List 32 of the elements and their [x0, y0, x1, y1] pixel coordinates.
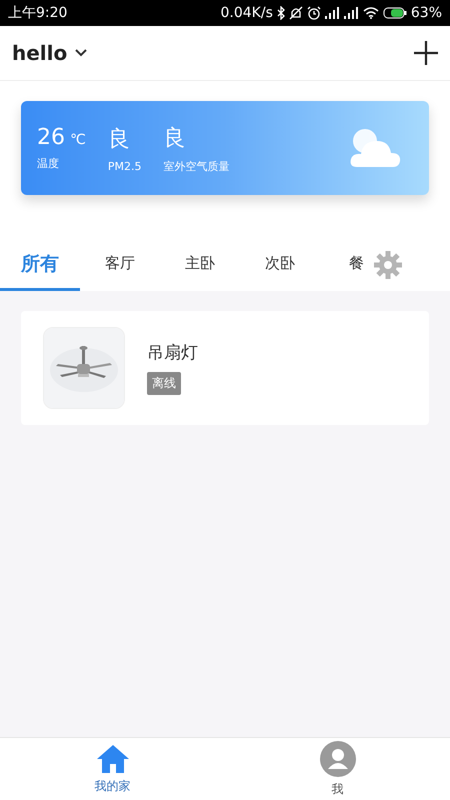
muted-bell-icon: [288, 6, 303, 20]
air-quality-label: 室外空气质量: [163, 158, 230, 174]
battery-percent: 63%: [410, 5, 442, 21]
room-tab[interactable]: 客厅: [80, 239, 160, 291]
temperature-value: 26 ℃: [37, 125, 86, 150]
air-quality-value: 良: [163, 124, 186, 152]
alarm-icon: [306, 6, 321, 20]
room-tab[interactable]: 餐: [320, 239, 370, 291]
room-tab[interactable]: 次卧: [240, 239, 320, 291]
signal-icon: [324, 7, 340, 19]
temperature-label: 温度: [37, 156, 60, 171]
battery-icon: [382, 7, 407, 19]
nav-tab[interactable]: 我: [225, 738, 450, 800]
pm25-label: PM2.5: [108, 160, 142, 172]
signal-icon: [344, 7, 359, 19]
device-name: 吊扇灯: [147, 342, 198, 364]
wifi-icon: [362, 7, 379, 19]
room-tab[interactable]: 所有: [0, 239, 80, 291]
status-time: 上午9:20: [8, 4, 68, 22]
home-icon: [96, 744, 130, 774]
room-tab[interactable]: 主卧: [160, 239, 240, 291]
status-tag: 离线: [147, 372, 181, 395]
home-title[interactable]: hello: [12, 41, 68, 65]
cloudy-icon: [349, 127, 401, 169]
bluetooth-icon: [276, 6, 285, 20]
user-icon: [320, 740, 356, 776]
device-card[interactable]: 吊扇灯 离线: [21, 311, 429, 425]
nav-tab[interactable]: 我的家: [0, 738, 225, 800]
network-speed: 0.04K/s: [220, 5, 273, 21]
add-icon[interactable]: [414, 41, 438, 65]
chevron-down-icon[interactable]: [75, 49, 88, 57]
pm25-value: 良: [108, 126, 131, 154]
